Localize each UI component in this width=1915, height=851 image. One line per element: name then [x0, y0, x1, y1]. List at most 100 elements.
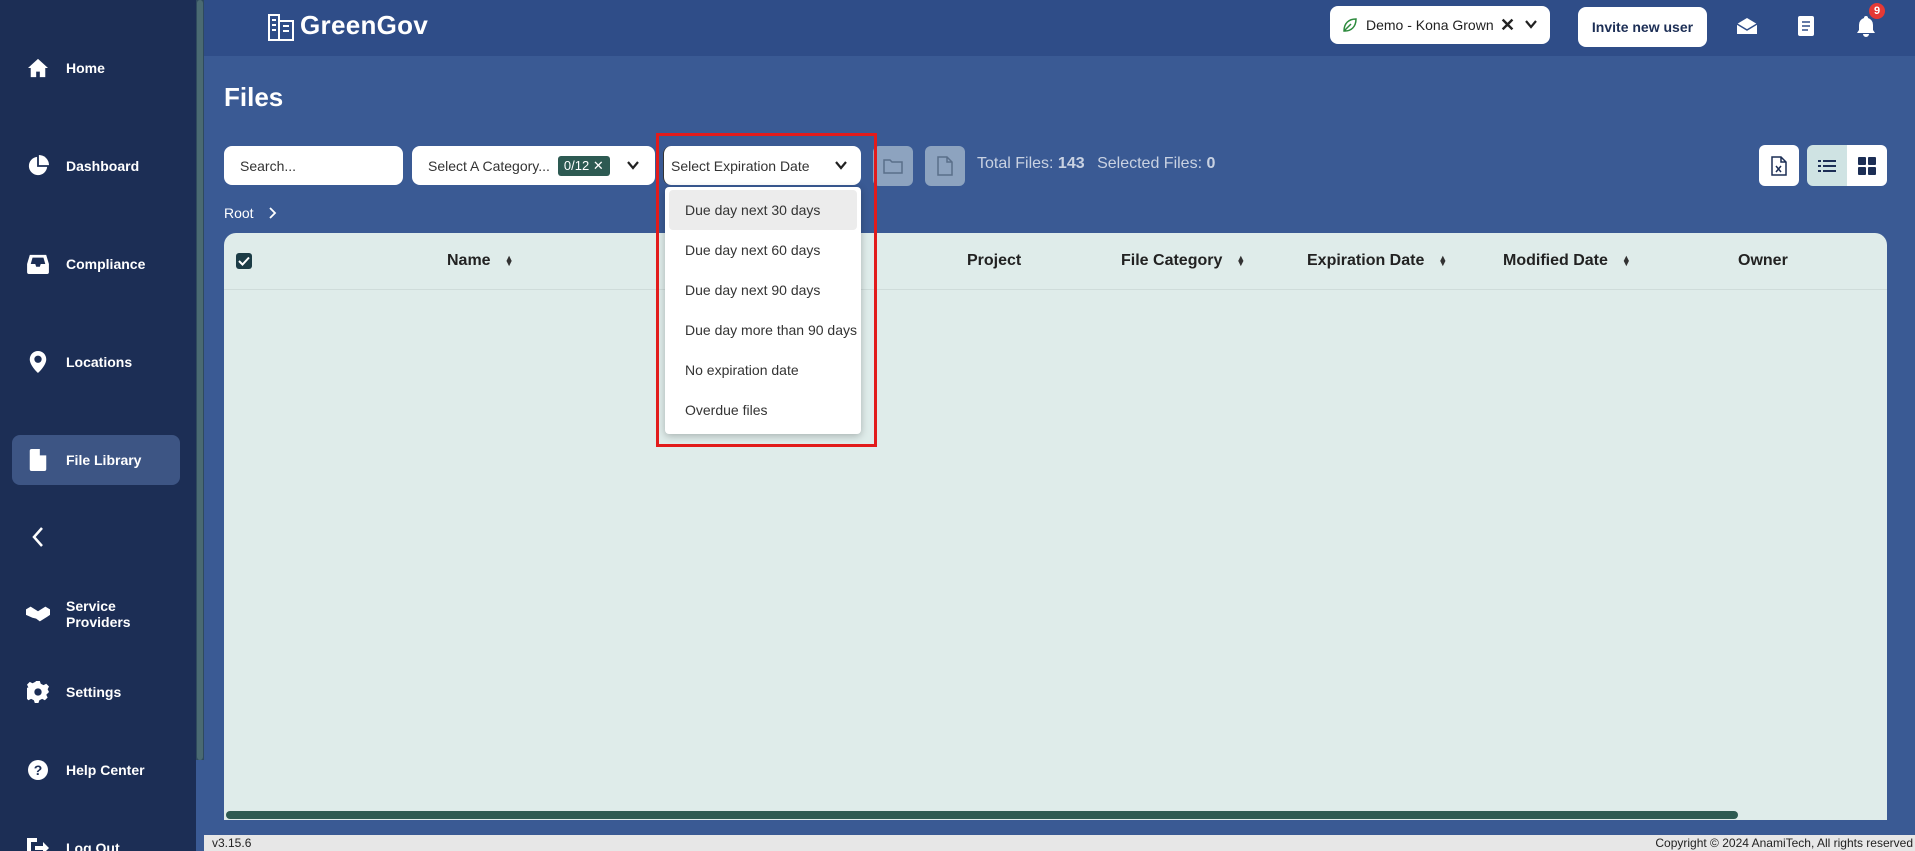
sidebar-item-help-center[interactable]: ? Help Center	[12, 745, 180, 795]
dropdown-option-no-expiration[interactable]: No expiration date	[669, 350, 857, 390]
inbox-icon	[26, 252, 50, 276]
dropdown-option-next-60-days[interactable]: Due day next 60 days	[669, 230, 857, 270]
scrollbar-thumb[interactable]	[226, 811, 1738, 819]
sort-icon[interactable]: ▲ ▼	[505, 254, 514, 268]
invite-new-user-button[interactable]: Invite new user	[1578, 7, 1707, 47]
chevron-left-icon	[26, 525, 50, 549]
table-horizontal-scrollbar[interactable]	[224, 810, 1887, 820]
sidebar-item-log-out[interactable]: Log Out	[12, 823, 180, 851]
sidebar-item-label: Locations	[66, 354, 133, 370]
search-input[interactable]	[224, 146, 403, 185]
svg-text:?: ?	[34, 762, 43, 778]
sidebar-scrollbar[interactable]	[196, 0, 204, 760]
check-icon	[238, 256, 250, 266]
folder-icon	[883, 159, 903, 174]
handshake-icon	[26, 602, 50, 626]
total-files-label: Total Files:	[977, 155, 1054, 172]
sort-icon[interactable]: ▲ ▼	[1438, 254, 1447, 268]
grid-icon	[1858, 156, 1876, 175]
dropdown-option-more-than-90-days[interactable]: Due day more than 90 days	[669, 310, 857, 350]
sidebar-item-compliance[interactable]: Compliance	[12, 239, 180, 289]
chevron-right-icon	[268, 207, 276, 219]
notification-badge: 9	[1869, 3, 1885, 19]
chevron-down-icon[interactable]	[834, 158, 848, 172]
sidebar-collapse-button[interactable]	[12, 512, 180, 562]
expiration-placeholder: Select Expiration Date	[671, 157, 810, 174]
organization-name: Demo - Kona Grown	[1366, 17, 1494, 33]
building-icon	[268, 13, 294, 41]
selected-files-count: 0	[1206, 155, 1216, 172]
breadcrumb-root[interactable]: Root	[224, 205, 254, 221]
breadcrumb: Root	[224, 205, 278, 221]
category-count: 0/12	[563, 157, 590, 173]
sidebar-item-file-library[interactable]: File Library	[12, 435, 180, 485]
page-title: Files	[224, 82, 284, 112]
sidebar-item-locations[interactable]: Locations	[12, 337, 180, 387]
total-files-count: 143	[1057, 155, 1085, 172]
table-header: Name ▲ ▼ Project File Category ▲ ▼ Expirat…	[224, 233, 1887, 290]
list-view-button[interactable]	[1807, 145, 1847, 186]
files-table: Name ▲ ▼ Project File Category ▲ ▼ Expirat…	[224, 233, 1887, 819]
file-stats: Total Files: 143 Selected Files: 0	[977, 155, 1223, 173]
category-select[interactable]: Select A Category... 0/12 ✕	[412, 146, 655, 185]
column-label: Project	[967, 252, 1022, 269]
column-label: Modified Date	[1503, 252, 1608, 269]
column-header-project: Project	[967, 252, 1021, 270]
document-icon[interactable]	[1794, 14, 1818, 38]
column-header-modified-date[interactable]: Modified Date ▲ ▼	[1503, 252, 1631, 270]
chevron-down-icon[interactable]	[626, 158, 640, 172]
chevron-down-icon[interactable]	[1524, 17, 1538, 31]
sidebar-item-label: Help Center	[66, 762, 145, 778]
clear-organization-icon[interactable]: ✕	[1500, 15, 1515, 36]
column-label: Expiration Date	[1307, 252, 1425, 269]
app-version: v3.15.6	[212, 836, 252, 850]
sidebar-item-label: Log Out	[66, 840, 120, 851]
sidebar-item-label: Dashboard	[66, 158, 140, 174]
gear-icon	[26, 680, 50, 704]
column-header-name[interactable]: Name ▲ ▼	[447, 252, 514, 270]
sidebar-item-service-providers[interactable]: Service Providers	[12, 589, 180, 639]
mail-icon[interactable]	[1735, 14, 1759, 38]
leaf-icon	[1343, 18, 1357, 32]
new-file-button[interactable]	[925, 146, 965, 186]
select-all-checkbox[interactable]	[236, 253, 252, 269]
file-icon	[26, 448, 50, 472]
column-label: Owner	[1738, 252, 1788, 269]
logo-text: GreenGov	[300, 10, 429, 40]
expiration-date-select[interactable]: Select Expiration Date	[663, 146, 861, 185]
footer: v3.15.6 Copyright © 2024 AnamiTech, All …	[204, 835, 1915, 851]
category-count-badge[interactable]: 0/12 ✕	[557, 155, 610, 176]
sidebar-item-home[interactable]: Home	[12, 43, 180, 93]
category-placeholder: Select A Category...	[428, 157, 550, 174]
new-folder-button[interactable]	[873, 146, 913, 186]
sidebar-item-settings[interactable]: Settings	[12, 667, 180, 717]
sidebar-item-label: Compliance	[66, 256, 146, 272]
list-icon	[1818, 159, 1836, 172]
column-label: Name	[447, 252, 491, 269]
pie-chart-icon	[26, 154, 50, 178]
export-excel-button[interactable]	[1759, 145, 1799, 186]
sidebar-item-label: Home	[66, 60, 105, 76]
help-icon: ?	[26, 758, 50, 782]
dropdown-option-next-90-days[interactable]: Due day next 90 days	[669, 270, 857, 310]
dropdown-option-next-30-days[interactable]: Due day next 30 days	[669, 190, 857, 230]
file-outline-icon	[937, 156, 953, 176]
grid-view-button[interactable]	[1847, 145, 1887, 186]
copyright-text: Copyright © 2024 AnamiTech, All rights r…	[1655, 836, 1913, 850]
sort-icon[interactable]: ▲ ▼	[1622, 254, 1631, 268]
app-logo[interactable]: GreenGov	[266, 10, 428, 41]
home-icon	[26, 56, 50, 80]
map-pin-icon	[26, 350, 50, 374]
organization-selector[interactable]: Demo - Kona Grown ✕	[1330, 6, 1550, 44]
excel-icon	[1771, 155, 1787, 176]
sidebar-item-label: Service Providers	[66, 598, 131, 630]
column-header-file-category[interactable]: File Category ▲ ▼	[1121, 252, 1245, 270]
expiration-dropdown-menu: Due day next 30 days Due day next 60 day…	[665, 187, 861, 434]
sidebar-item-label: File Library	[66, 452, 142, 468]
dropdown-option-overdue[interactable]: Overdue files	[669, 390, 857, 430]
column-header-owner: Owner	[1738, 252, 1788, 270]
column-header-expiration-date[interactable]: Expiration Date ▲ ▼	[1307, 252, 1447, 270]
sidebar-item-dashboard[interactable]: Dashboard	[12, 141, 180, 191]
column-label: File Category	[1121, 252, 1223, 269]
sort-icon[interactable]: ▲ ▼	[1236, 254, 1245, 268]
